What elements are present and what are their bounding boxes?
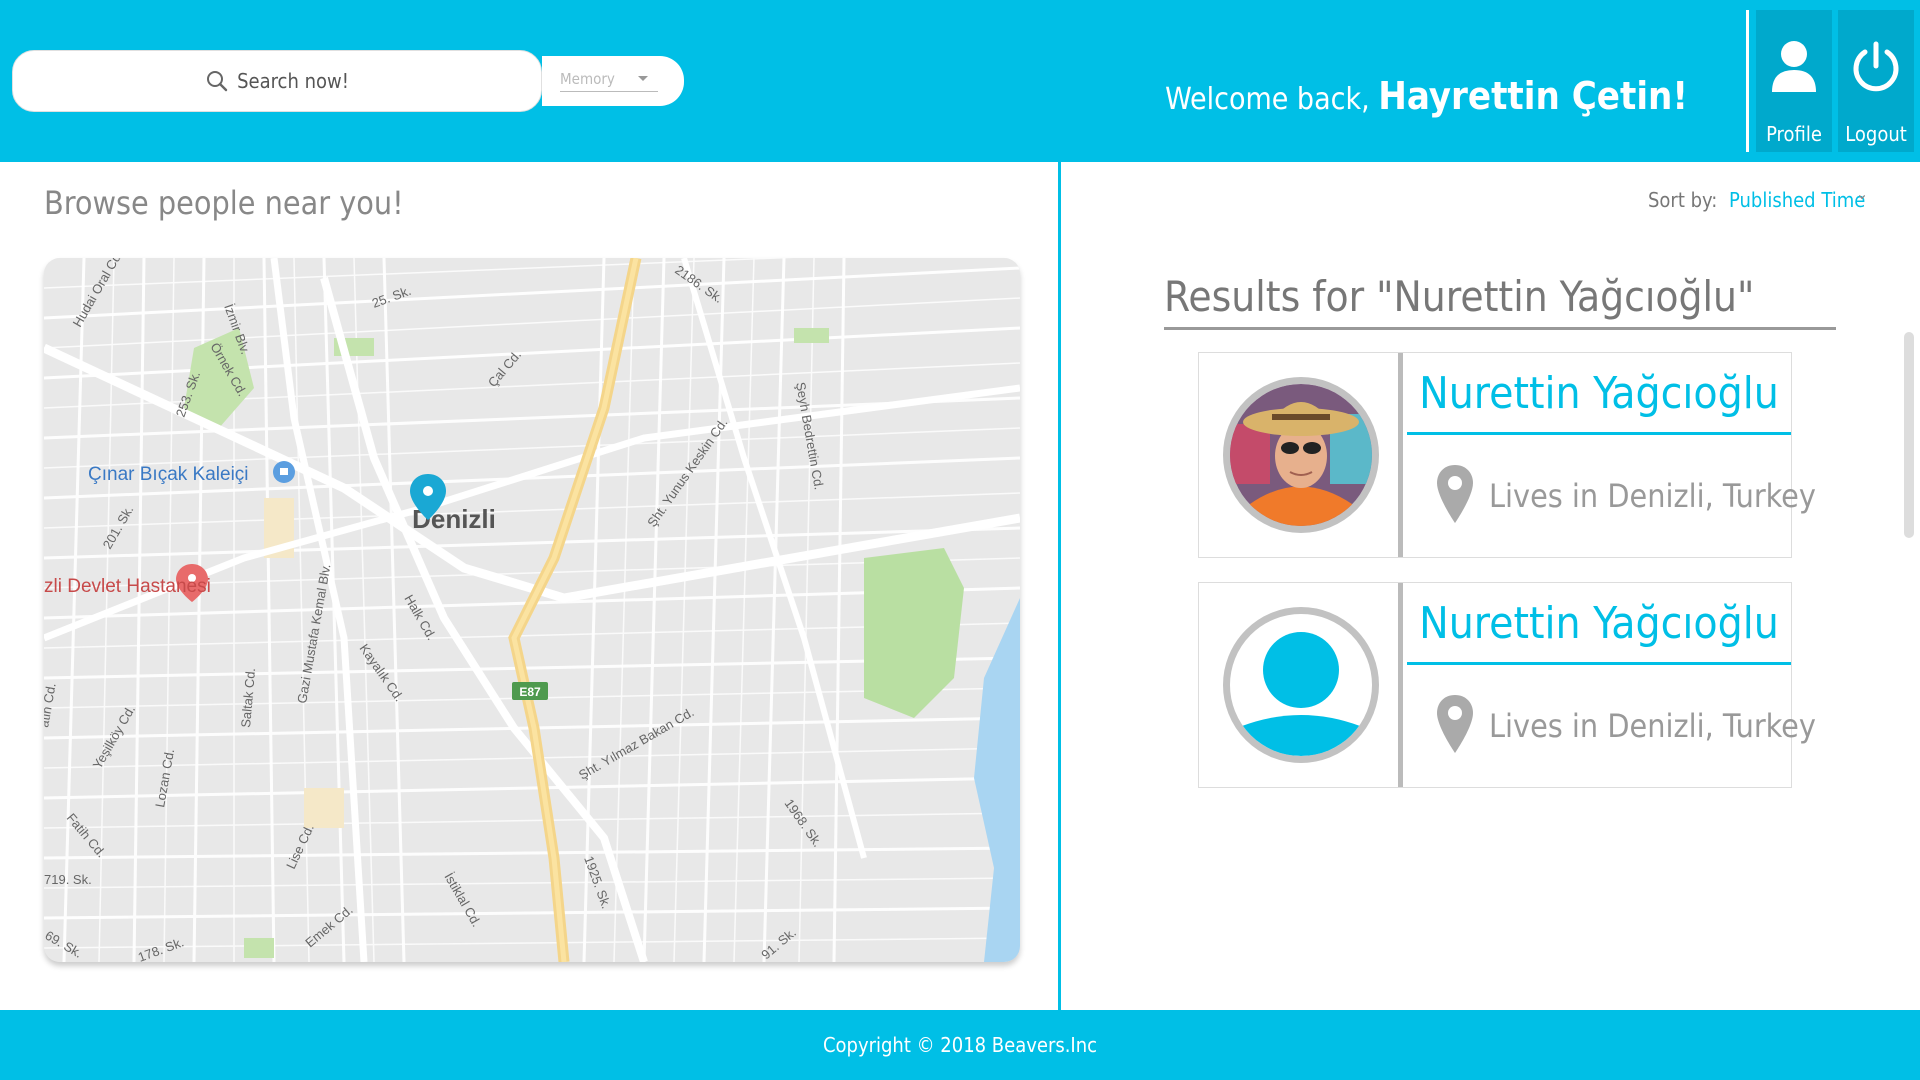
sort-label: Sort by: bbox=[1648, 188, 1718, 212]
browse-title: Browse people near you! bbox=[44, 184, 404, 222]
header-divider bbox=[1746, 10, 1749, 152]
results-title: Results for "Nurettin Yağcıoğlu" bbox=[1164, 272, 1836, 330]
welcome-message: Welcome back, Hayrettin Çetin! bbox=[1165, 74, 1688, 118]
scrollbar[interactable] bbox=[1904, 332, 1914, 538]
copyright-text: Copyright © 2018 Beavers.Inc bbox=[822, 1033, 1098, 1057]
footer: Copyright © 2018 Beavers.Inc bbox=[0, 1010, 1920, 1080]
logout-button[interactable]: Logout bbox=[1838, 10, 1914, 152]
result-card[interactable]: Nurettin Yağcıoğlu Lives in Denizli, Tur… bbox=[1198, 582, 1816, 788]
map-pin-icon bbox=[1437, 465, 1473, 523]
category-dropdown[interactable]: Memory bbox=[560, 70, 658, 92]
profile-button[interactable]: Profile bbox=[1756, 10, 1832, 152]
poi-label-hospital: zli Devlet Hastanesi bbox=[44, 576, 211, 597]
search-input[interactable]: Search now! bbox=[12, 50, 542, 112]
profile-label: Profile bbox=[1766, 122, 1822, 146]
caret-down-icon bbox=[638, 76, 648, 81]
search-icon bbox=[207, 71, 228, 92]
map-pin-icon bbox=[1437, 695, 1473, 753]
result-name[interactable]: Nurettin Yağcıoğlu bbox=[1407, 583, 1791, 665]
avatar bbox=[1223, 377, 1379, 533]
search-bar: Search now! Memory bbox=[12, 50, 684, 112]
browse-panel: Browse people near you! E87 Denizli Çına… bbox=[0, 162, 1058, 1010]
user-icon bbox=[1772, 41, 1816, 92]
sort-control[interactable]: Sort by: Published Time ⌄ bbox=[1648, 184, 1868, 212]
category-dropdown-container: Memory bbox=[542, 56, 684, 106]
user-name: Hayrettin Çetin! bbox=[1378, 74, 1688, 118]
panel-separator bbox=[1058, 162, 1061, 1010]
default-user-icon bbox=[1242, 632, 1360, 756]
result-name[interactable]: Nurettin Yağcıoğlu bbox=[1407, 353, 1791, 435]
welcome-text: Welcome back, bbox=[1165, 82, 1370, 117]
sort-value: Published Time bbox=[1729, 188, 1866, 212]
logout-label: Logout bbox=[1845, 122, 1907, 146]
poi-label-shop: Çınar Bıçak Kaleiçi bbox=[88, 464, 249, 485]
avatar-column bbox=[1199, 353, 1403, 557]
street-label: 719. Sk. bbox=[44, 872, 92, 887]
top-header: Search now! Memory Welcome back, Hayrett… bbox=[0, 0, 1920, 162]
avatar bbox=[1223, 607, 1379, 763]
map-view[interactable]: E87 Denizli Çınar Bıçak Kaleiçi zli Devl… bbox=[44, 258, 1020, 962]
highway-label: E87 bbox=[519, 685, 541, 699]
search-placeholder: Search now! bbox=[237, 69, 349, 93]
category-value: Memory bbox=[560, 70, 615, 88]
power-icon bbox=[1853, 41, 1899, 92]
chevron-down-icon: ⌄ bbox=[1856, 184, 1869, 203]
avatar-column bbox=[1199, 583, 1403, 787]
result-location: Lives in Denizli, Turkey bbox=[1489, 477, 1816, 515]
profile-photo bbox=[1230, 384, 1372, 526]
result-location: Lives in Denizli, Turkey bbox=[1489, 707, 1816, 745]
result-card[interactable]: Nurettin Yağcıoğlu Lives in Denizli, Tur… bbox=[1198, 352, 1816, 558]
